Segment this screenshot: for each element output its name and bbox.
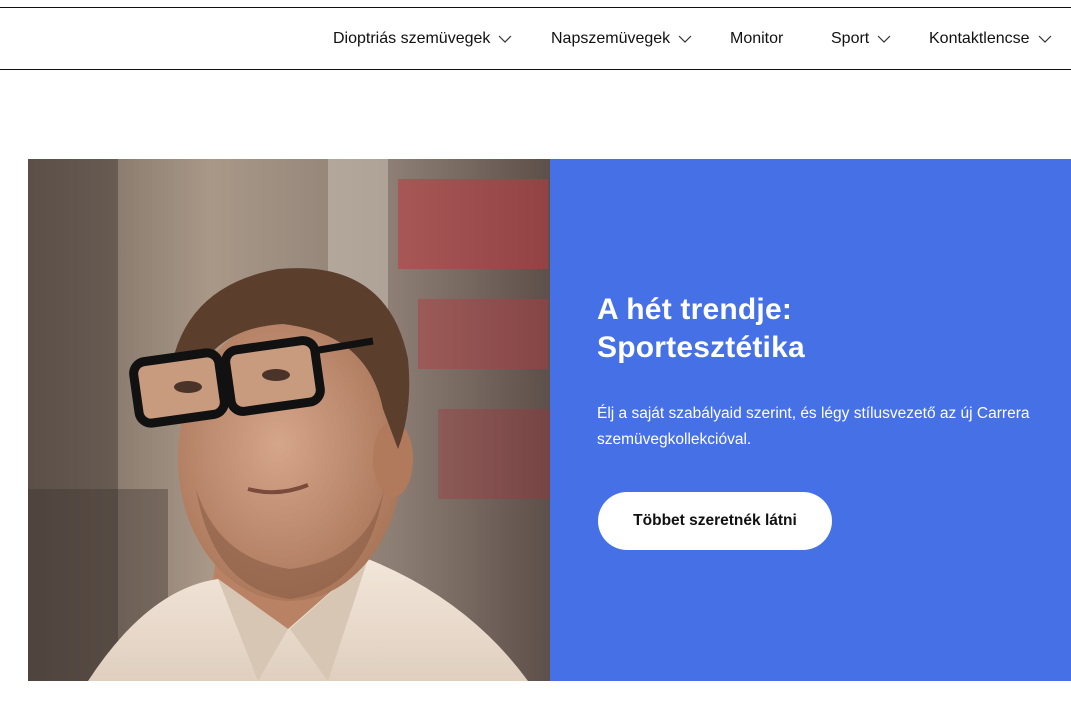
chevron-down-icon <box>1038 32 1052 46</box>
hero-title: A hét trendje: Sportesztétika <box>597 291 1037 367</box>
hero-description: Élj a saját szabályaid szerint, és légy … <box>597 405 1030 448</box>
hero-panel: A hét trendje: Sportesztétika Élj a sajá… <box>550 159 1071 681</box>
nav-item-label: Kontaktlencse <box>929 30 1030 47</box>
nav-item-sport[interactable]: Sport <box>831 8 891 70</box>
nav-item-label: Sport <box>831 30 870 47</box>
nav-item-napszemuvegek[interactable]: Napszemüvegek <box>551 8 692 70</box>
hero-title-line1: A hét trendje: <box>597 293 793 326</box>
see-more-button[interactable]: Többet szeretnék látni <box>598 492 832 550</box>
main-nav: Dioptriás szemüvegek Napszemüvegek Monit… <box>0 8 1071 70</box>
nav-item-label: Monitor <box>730 30 784 47</box>
hero-title-line2: Sportesztétika <box>597 331 805 364</box>
nav-item-dioptrias-szemuvegek[interactable]: Dioptriás szemüvegek <box>333 8 512 70</box>
hero-photo <box>28 159 550 681</box>
hero-banner: A hét trendje: Sportesztétika Élj a sajá… <box>28 159 1071 681</box>
chevron-down-icon <box>678 32 692 46</box>
chevron-down-icon <box>498 32 512 46</box>
nav-item-label: Napszemüvegek <box>551 30 671 47</box>
nav-item-label: Dioptriás szemüvegek <box>333 30 491 47</box>
nav-item-monitor[interactable]: Monitor <box>730 8 783 70</box>
chevron-down-icon <box>877 32 891 46</box>
nav-item-kontaktlencse[interactable]: Kontaktlencse <box>929 8 1052 70</box>
